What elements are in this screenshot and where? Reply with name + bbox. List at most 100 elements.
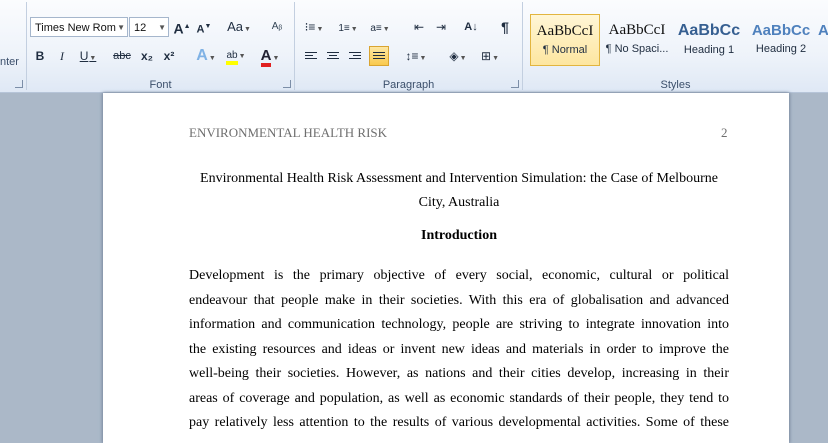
title-line: Environmental Health Risk Assessment and… — [200, 171, 718, 186]
italic-button[interactable]: I — [52, 46, 72, 66]
body-paragraph[interactable]: Development is the primary objective of … — [189, 264, 729, 436]
numbering-button[interactable]: 1≡▼ — [335, 17, 361, 37]
style-heading-1[interactable]: AaBbCc Heading 1 — [674, 14, 744, 66]
increase-indent-icon: ⇥ — [435, 20, 447, 34]
bullet-list-icon: ⁝≡ — [304, 20, 316, 34]
text-line: the existing resources and ideas or inve… — [189, 341, 729, 357]
italic-icon: I — [60, 49, 64, 63]
justify-icon — [373, 51, 385, 62]
style-sample: AaBbCcI — [608, 22, 666, 38]
chevron-down-icon[interactable]: ▼ — [158, 18, 166, 38]
strikethrough-icon: abc — [113, 50, 131, 62]
style-sample: AaBbCcI — [536, 23, 594, 39]
paint-bucket-icon: ◈ — [449, 49, 459, 63]
font-size-value: 12 — [134, 22, 147, 34]
change-case-button[interactable]: Aa▼ — [226, 17, 252, 37]
style-title-partial[interactable]: A — [818, 14, 828, 66]
paragraph-dialog-launcher-icon[interactable] — [511, 80, 519, 88]
decrease-indent-icon: ⇤ — [413, 20, 425, 34]
underline-icon: U — [79, 49, 89, 63]
decrease-indent-button[interactable]: ⇤ — [409, 17, 429, 37]
line-spacing-icon: ↕≡ — [405, 49, 419, 63]
title-line: City, Australia — [418, 195, 500, 210]
underline-button[interactable]: U▼ — [75, 46, 101, 66]
change-case-icon: Aa — [227, 19, 243, 34]
clear-formatting-icon: Aᵦ — [271, 21, 283, 32]
border-icon: ⊞ — [481, 49, 492, 63]
grow-font-button[interactable]: A▲ — [172, 17, 192, 37]
style-normal[interactable]: AaBbCcI ¶ Normal — [530, 14, 600, 66]
style-name: Heading 1 — [683, 44, 735, 56]
running-header: ENVIRONMENTAL HEALTH RISK — [189, 125, 388, 140]
subscript-icon: x₂ — [140, 49, 153, 63]
multilevel-list-icon: a≡ — [370, 23, 382, 34]
text-line: pay relatively less attention to the res… — [189, 415, 729, 430]
numbered-list-icon: 1≡ — [338, 23, 350, 34]
style-sample: A — [818, 22, 828, 39]
shrink-font-button[interactable]: A▼ — [194, 17, 214, 37]
superscript-button[interactable]: x² — [159, 46, 179, 66]
pilcrow-icon: ¶ — [501, 19, 509, 35]
sort-icon: A↓ — [464, 21, 478, 33]
align-center-icon — [327, 51, 339, 62]
highlight-button[interactable]: ab▼ — [223, 46, 249, 66]
clear-formatting-button[interactable]: Aᵦ — [267, 17, 287, 37]
clipboard-group: nter — [0, 0, 26, 92]
shrink-font-icon: A — [196, 23, 205, 36]
text-line: areas of coverage and population, as wel… — [189, 390, 729, 406]
strikethrough-button[interactable]: abc — [109, 46, 135, 66]
font-color-button[interactable]: A▼ — [257, 46, 283, 67]
shading-button[interactable]: ◈▼ — [445, 46, 471, 66]
sort-button[interactable]: A↓ — [461, 17, 481, 37]
page-number: 2 — [721, 125, 728, 140]
line-spacing-button[interactable]: ↕≡▼ — [403, 46, 429, 66]
bold-button[interactable]: B — [30, 46, 50, 66]
font-name-value: Times New Rom — [35, 22, 116, 34]
style-name: Heading 2 — [755, 43, 807, 55]
multilevel-list-button[interactable]: a≡▼ — [367, 17, 393, 37]
subscript-button[interactable]: x₂ — [137, 46, 157, 66]
styles-group: AaBbCcI ¶ Normal AaBbCcI ¶ No Spaci... A… — [523, 0, 828, 92]
increase-indent-button[interactable]: ⇥ — [431, 17, 451, 37]
align-right-button[interactable] — [345, 46, 365, 66]
style-no-spacing[interactable]: AaBbCcI ¶ No Spaci... — [602, 14, 672, 66]
text-effects-button[interactable]: A▼ — [193, 46, 219, 66]
text-line: Development is the primary objective of … — [189, 268, 729, 283]
grow-font-icon: A — [173, 20, 184, 37]
paragraph-group-label: Paragraph — [382, 79, 435, 91]
style-heading-2[interactable]: AaBbCc Heading 2 — [746, 14, 816, 66]
superscript-icon: x² — [163, 49, 175, 63]
bold-icon: B — [35, 49, 45, 63]
align-left-icon — [305, 51, 317, 62]
style-sample: AaBbCc — [677, 22, 741, 39]
align-right-icon — [349, 51, 361, 62]
chevron-down-icon[interactable]: ▼ — [117, 18, 125, 38]
borders-button[interactable]: ⊞▼ — [477, 46, 503, 66]
style-name: ¶ No Spaci... — [605, 43, 669, 55]
document-title: Environmental Health Risk Assessment and… — [189, 167, 729, 215]
justify-button[interactable] — [369, 46, 389, 66]
style-sample: AaBbCc — [751, 22, 811, 39]
align-center-button[interactable] — [323, 46, 343, 66]
text-effects-icon: A — [196, 47, 208, 64]
ribbon: nter Times New Rom ▼ 12 ▼ A▲ A▼ Aa▼ Aᵦ B… — [0, 0, 828, 93]
show-hide-button[interactable]: ¶ — [495, 17, 515, 37]
font-color-icon: A — [260, 48, 272, 67]
font-name-combobox[interactable]: Times New Rom ▼ — [30, 17, 128, 37]
align-left-button[interactable] — [301, 46, 321, 66]
text-line: endeavour that people make in their soci… — [189, 292, 729, 308]
paragraph-group: ⁝≡▼ 1≡▼ a≡▼ ⇤ ⇥ A↓ ¶ ↕≡▼ ◈▼ ⊞▼ Paragraph — [295, 0, 522, 92]
font-group: Times New Rom ▼ 12 ▼ A▲ A▼ Aa▼ Aᵦ B I U▼… — [27, 0, 294, 92]
font-size-combobox[interactable]: 12 ▼ — [129, 17, 169, 37]
section-heading: Introduction — [421, 228, 497, 243]
styles-group-label: Styles — [660, 79, 691, 91]
text-line: information and communication technology… — [189, 317, 729, 332]
text-line: well-being their societies. However, as … — [189, 366, 729, 381]
document-page[interactable]: ENVIRONMENTAL HEALTH RISK 2 Environmenta… — [103, 93, 789, 443]
style-name: ¶ Normal — [542, 44, 588, 56]
clipboard-partial-label[interactable]: nter — [0, 56, 19, 68]
clipboard-dialog-launcher-icon[interactable] — [15, 80, 23, 88]
font-dialog-launcher-icon[interactable] — [283, 80, 291, 88]
document-area[interactable]: ENVIRONMENTAL HEALTH RISK 2 Environmenta… — [0, 93, 828, 443]
bullets-button[interactable]: ⁝≡▼ — [301, 17, 327, 37]
